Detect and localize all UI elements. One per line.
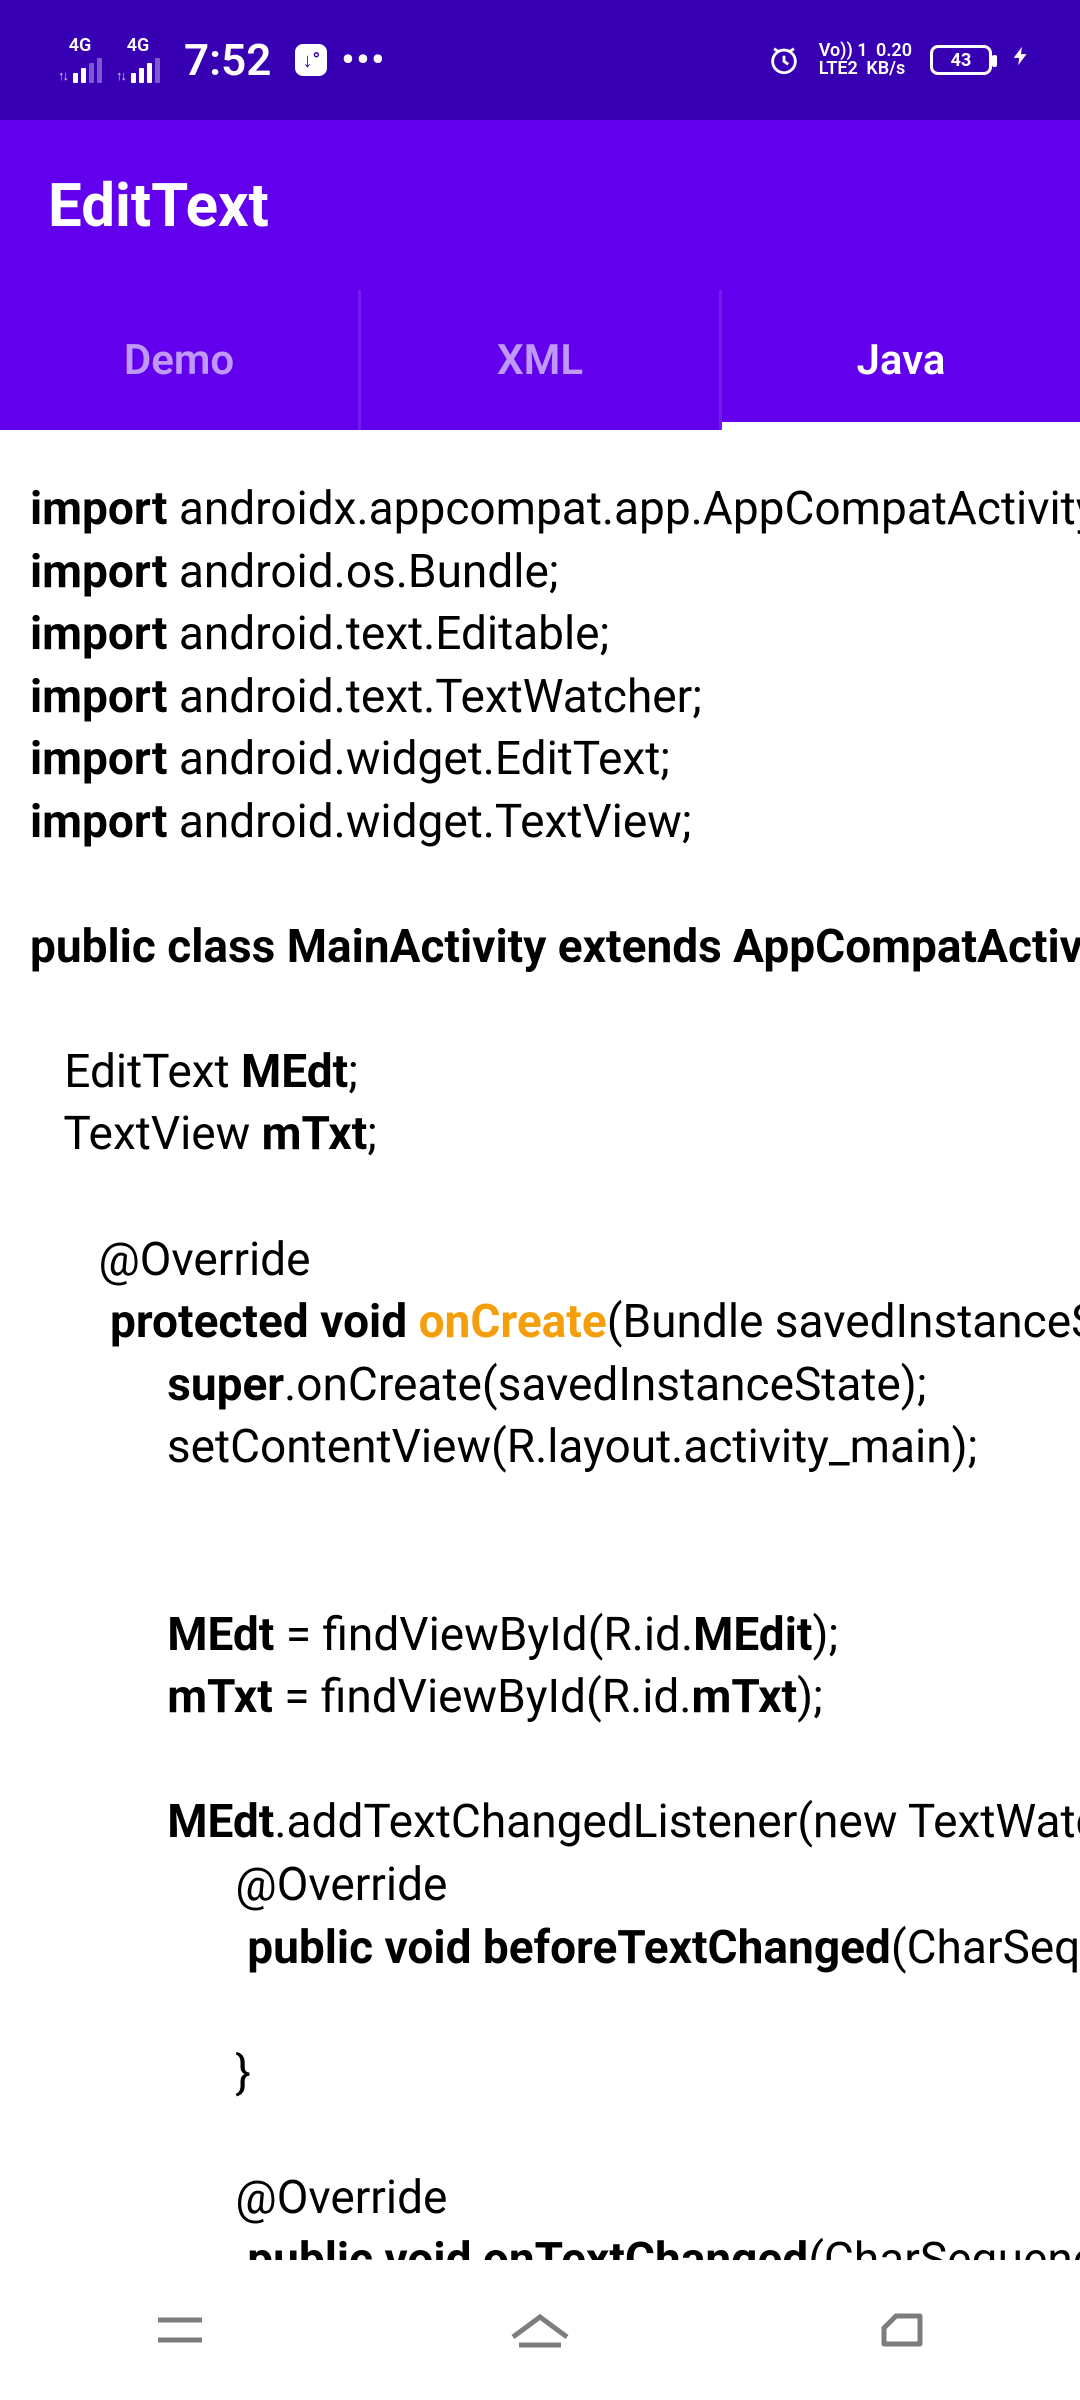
signal-1-label: 4G: [69, 37, 92, 55]
network-stats: Vo)) 1 0.20 LTE2 KB/s: [819, 42, 912, 78]
status-right: Vo)) 1 0.20 LTE2 KB/s 43: [767, 39, 1032, 81]
arrows-icon: ↑↓: [58, 70, 67, 83]
home-button[interactable]: [500, 2300, 580, 2360]
system-nav-bar: [0, 2260, 1080, 2400]
signal-bars-icon: [131, 58, 160, 83]
alarm-icon: [767, 43, 801, 77]
back-button[interactable]: [860, 2300, 940, 2360]
tab-java[interactable]: Java: [722, 290, 1080, 430]
status-left: 4G ↑↓ 4G ↑↓: [58, 34, 386, 86]
tab-label: XML: [497, 336, 583, 385]
battery-icon: 43: [930, 45, 992, 75]
tab-demo[interactable]: Demo: [0, 290, 361, 430]
signal-bars-icon: [73, 58, 102, 83]
recent-apps-button[interactable]: [140, 2300, 220, 2360]
tab-xml[interactable]: XML: [361, 290, 722, 430]
signal-2: 4G ↑↓: [116, 37, 160, 83]
signal-1: 4G ↑↓: [58, 37, 102, 83]
more-icon: •••: [341, 39, 386, 81]
page-title: EditText: [48, 170, 269, 241]
tab-bar: Demo XML Java: [0, 290, 1080, 430]
status-clock: 7:52: [184, 34, 271, 86]
signal-2-label: 4G: [127, 37, 150, 55]
download-chip-icon: ↓°: [295, 44, 327, 76]
net-bot-left: LTE2: [819, 60, 858, 78]
app-bar: EditText: [0, 120, 1080, 290]
battery-pct: 43: [951, 50, 972, 71]
net-bot-right: KB/s: [866, 60, 905, 78]
status-bar: 4G ↑↓ 4G ↑↓: [0, 0, 1080, 120]
tab-label: Java: [857, 336, 946, 385]
charging-icon: [1010, 39, 1032, 81]
arrows-icon: ↑↓: [116, 70, 125, 83]
code-content[interactable]: import androidx.appcompat.app.AppCompatA…: [0, 430, 1080, 2260]
tab-label: Demo: [124, 336, 234, 385]
code-block: import androidx.appcompat.app.AppCompatA…: [30, 478, 1080, 2260]
